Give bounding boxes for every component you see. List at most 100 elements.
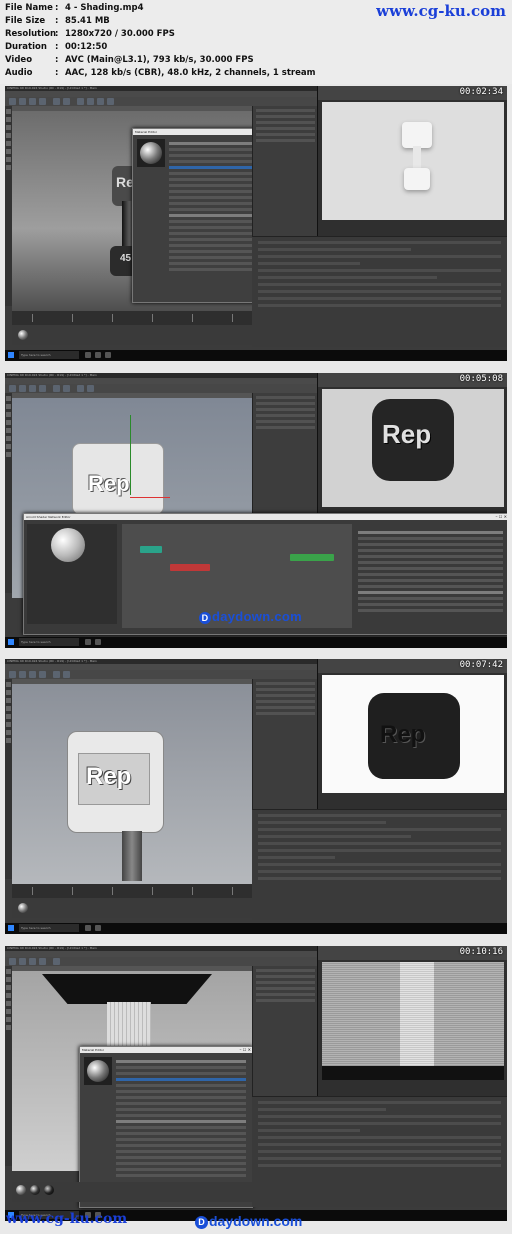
windows-start-icon[interactable] xyxy=(8,925,14,931)
taskbar: Type here to search xyxy=(5,350,507,361)
rotate-tool-icon[interactable] xyxy=(39,958,46,965)
ipr-window xyxy=(317,946,507,1096)
rotate-tool-icon[interactable] xyxy=(39,385,46,392)
light-icon[interactable] xyxy=(107,98,114,105)
timeline[interactable] xyxy=(12,884,252,898)
render-settings-icon[interactable] xyxy=(63,385,70,392)
frame-timestamp: 00:05:08 xyxy=(459,374,503,384)
taskbar-app-icon[interactable] xyxy=(105,352,111,358)
watermark-middle: Ddaydown.com xyxy=(199,609,302,624)
ipr-render: Rep xyxy=(322,675,504,793)
scale-tool-icon[interactable] xyxy=(29,385,36,392)
render-settings-icon[interactable] xyxy=(63,671,70,678)
material-swatch-icon[interactable] xyxy=(16,1185,26,1195)
scale-tool-icon[interactable] xyxy=(29,958,36,965)
object-manager xyxy=(252,679,318,809)
info-row-audio: Audio: AAC, 128 kb/s (CBR), 48.0 kHz, 2 c… xyxy=(5,68,316,78)
taskbar-app-icon[interactable] xyxy=(95,352,101,358)
rotate-tool-icon[interactable] xyxy=(39,98,46,105)
undo-icon[interactable] xyxy=(9,385,16,392)
material-swatch-icon[interactable] xyxy=(30,1185,40,1195)
render-icon[interactable] xyxy=(53,385,60,392)
material-manager xyxy=(12,325,252,345)
thumbnail-frame-2: CINEMA 4D R19.024 Studio (RC - R19) - [U… xyxy=(5,373,507,648)
undo-icon[interactable] xyxy=(9,98,16,105)
move-tool-icon[interactable] xyxy=(19,385,26,392)
shader-attributes[interactable] xyxy=(358,528,503,615)
material-preview-icon xyxy=(87,1060,109,1082)
material-editor-title: Material Editor– ☐ ✕ xyxy=(80,1047,252,1053)
taskbar-search[interactable]: Type here to search xyxy=(19,351,79,359)
object-manager xyxy=(252,393,318,523)
frame-timestamp: 00:02:34 xyxy=(459,87,503,97)
viewport-menu xyxy=(12,966,252,971)
material-swatch-icon[interactable] xyxy=(44,1185,54,1195)
frame-timestamp: 00:07:42 xyxy=(459,660,503,670)
watermark-bottom-left: www.cg-ku.com xyxy=(6,1211,128,1227)
thumbnail-frame-1: CINEMA 4D R19.024 Studio (RC - R19) - [U… xyxy=(5,86,507,361)
ipr-window: Rep xyxy=(317,373,507,523)
node-teal[interactable] xyxy=(140,546,162,553)
cube-icon[interactable] xyxy=(77,98,84,105)
scale-tool-icon[interactable] xyxy=(29,671,36,678)
attribute-manager xyxy=(252,1096,507,1207)
pen-icon[interactable] xyxy=(87,98,94,105)
cube-icon[interactable] xyxy=(77,385,84,392)
material-manager xyxy=(12,1182,252,1202)
shader-preview-icon xyxy=(51,528,85,562)
thumbnail-frame-3: CINEMA 4D R19.024 Studio (RC - R19) - [U… xyxy=(5,659,507,934)
render-settings-icon[interactable] xyxy=(63,98,70,105)
timeline[interactable] xyxy=(12,311,252,325)
taskbar-app-icon[interactable] xyxy=(85,352,91,358)
windows-start-icon[interactable] xyxy=(8,352,14,358)
info-row-video: Video: AVC (Main@L3.1), 793 kb/s, 30.000 … xyxy=(5,55,254,65)
viewport[interactable]: Rep xyxy=(12,679,252,884)
ipr-render xyxy=(322,962,504,1080)
viewport-menu xyxy=(12,679,252,684)
main-toolbar xyxy=(5,97,317,106)
render-icon[interactable] xyxy=(53,98,60,105)
taskbar-search[interactable]: Type here to search xyxy=(19,638,79,646)
file-info-header: File Name:4 - Shading.mp4 File Size:85.4… xyxy=(0,0,512,84)
ipr-window: Rep xyxy=(317,659,507,809)
info-row-file-name: File Name:4 - Shading.mp4 xyxy=(5,3,144,13)
object-manager xyxy=(252,966,318,1096)
info-row-file-size: File Size:85.41 MB xyxy=(5,16,110,26)
viewport-menu xyxy=(12,393,252,398)
render-icon[interactable] xyxy=(53,958,60,965)
attribute-manager xyxy=(252,809,507,920)
taskbar-search[interactable]: Type here to search xyxy=(19,924,79,932)
taskbar-app-icon[interactable] xyxy=(95,925,101,931)
mode-palette xyxy=(5,679,12,879)
main-toolbar xyxy=(5,670,317,679)
render-icon[interactable] xyxy=(53,671,60,678)
material-parameters[interactable] xyxy=(116,1057,246,1180)
move-tool-icon[interactable] xyxy=(19,671,26,678)
node-green[interactable] xyxy=(290,554,334,561)
watermark-bottom-middle: Ddaydown.com xyxy=(195,1213,302,1229)
mode-palette xyxy=(5,966,12,1166)
viewport-menu xyxy=(12,106,252,111)
subdivision-icon[interactable] xyxy=(97,98,104,105)
scale-tool-icon[interactable] xyxy=(29,98,36,105)
mode-palette xyxy=(5,106,12,306)
attribute-manager xyxy=(252,236,507,347)
windows-start-icon[interactable] xyxy=(8,639,14,645)
material-swatch-icon[interactable] xyxy=(18,903,28,913)
object-manager xyxy=(252,106,318,236)
material-preview-icon xyxy=(140,142,162,164)
taskbar-app-icon[interactable] xyxy=(85,639,91,645)
undo-icon[interactable] xyxy=(9,958,16,965)
move-tool-icon[interactable] xyxy=(19,958,26,965)
move-tool-icon[interactable] xyxy=(19,98,26,105)
node-red[interactable] xyxy=(170,564,210,571)
undo-icon[interactable] xyxy=(9,671,16,678)
material-swatch-icon[interactable] xyxy=(18,330,28,340)
shader-network-title: Arnold Shader Network Editor – ☐ ✕ xyxy=(24,514,507,520)
main-toolbar xyxy=(5,384,317,393)
pen-icon[interactable] xyxy=(87,385,94,392)
taskbar: Type here to search xyxy=(5,923,507,934)
taskbar-app-icon[interactable] xyxy=(85,925,91,931)
taskbar-app-icon[interactable] xyxy=(95,639,101,645)
rotate-tool-icon[interactable] xyxy=(39,671,46,678)
